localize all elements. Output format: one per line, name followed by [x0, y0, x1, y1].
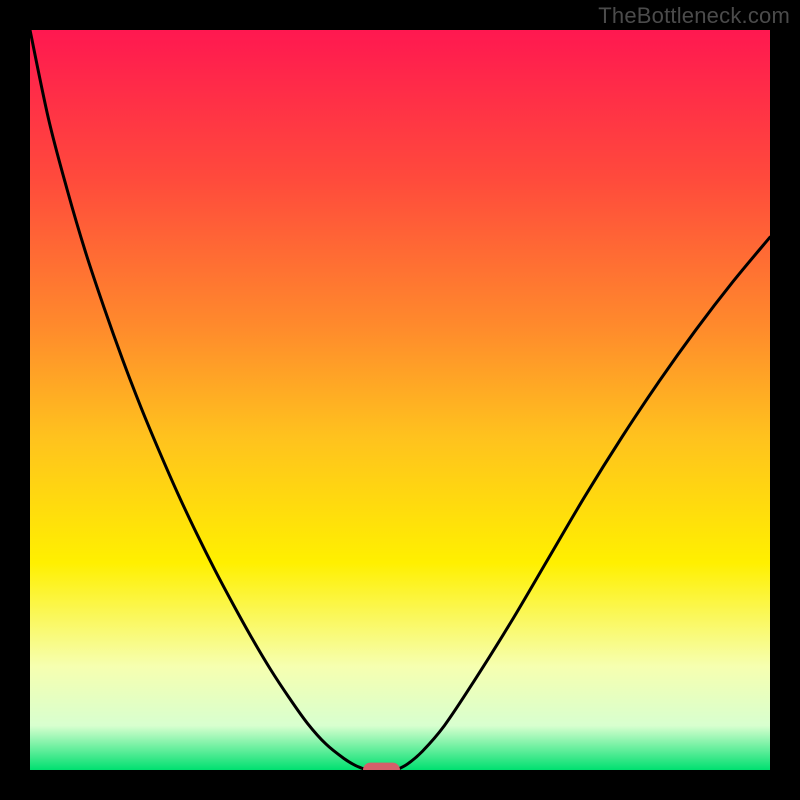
plot-area — [30, 30, 770, 770]
minimum-marker — [363, 763, 400, 770]
marker-group — [363, 763, 400, 770]
watermark-label: TheBottleneck.com — [598, 3, 790, 29]
gradient-background — [30, 30, 770, 770]
chart-frame: TheBottleneck.com — [0, 0, 800, 800]
